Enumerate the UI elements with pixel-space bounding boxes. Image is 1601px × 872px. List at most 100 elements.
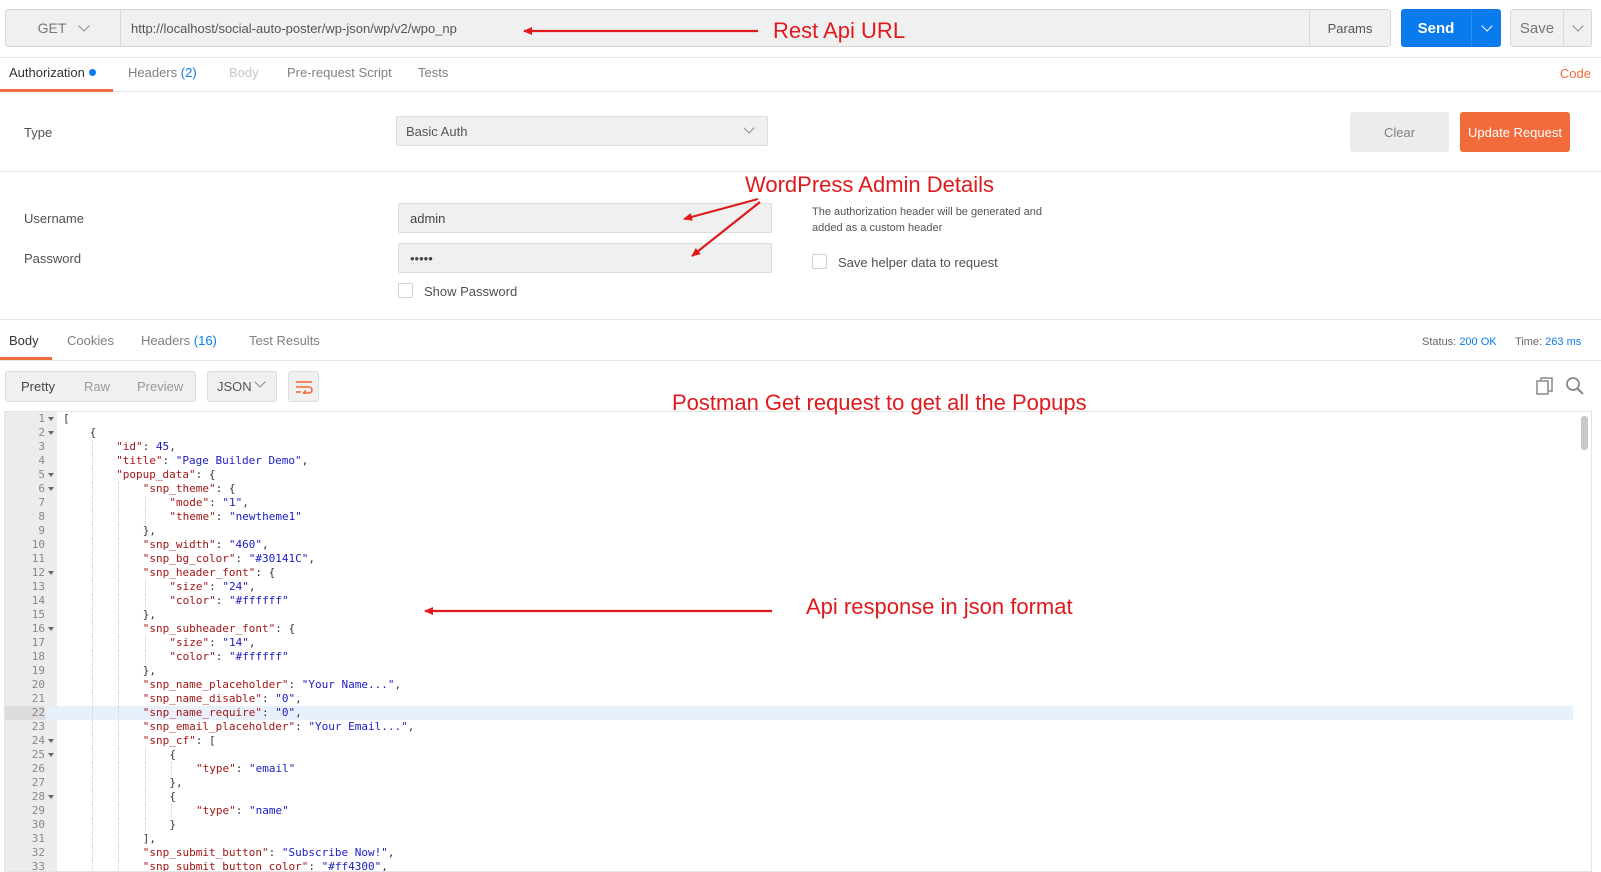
indent-guide bbox=[91, 566, 93, 580]
code-line: 7 "mode": "1", bbox=[5, 496, 1573, 510]
indent-guide bbox=[144, 496, 146, 510]
fold-toggle-icon[interactable] bbox=[48, 431, 54, 435]
line-number: 26 bbox=[31, 762, 45, 775]
tab-authorization[interactable]: Authorization bbox=[0, 58, 113, 92]
tab-response-headers[interactable]: Headers (16) bbox=[141, 326, 217, 360]
annotation-rest-api-url: Rest Api URL bbox=[773, 18, 906, 43]
method-select[interactable]: GET bbox=[5, 9, 121, 47]
tab-response-body[interactable]: Body bbox=[0, 326, 52, 360]
format-value: JSON bbox=[217, 379, 252, 394]
line-number: 2 bbox=[38, 426, 45, 439]
code-line: 22 "snp_name_require": "0", bbox=[5, 706, 1573, 720]
fold-toggle-icon[interactable] bbox=[48, 753, 54, 757]
fold-toggle-icon[interactable] bbox=[48, 487, 54, 491]
auth-type-select[interactable]: Basic Auth bbox=[396, 116, 768, 146]
auth-type-value: Basic Auth bbox=[406, 123, 468, 139]
wrap-lines-button[interactable] bbox=[288, 371, 319, 402]
indent-guide bbox=[118, 678, 120, 692]
line-number: 6 bbox=[38, 482, 45, 495]
line-number: 16 bbox=[31, 622, 45, 635]
fold-toggle-icon[interactable] bbox=[48, 627, 54, 631]
indent-guide bbox=[118, 762, 120, 776]
line-number: 7 bbox=[38, 496, 45, 509]
format-select[interactable]: JSON bbox=[207, 371, 277, 402]
line-number: 24 bbox=[31, 734, 45, 747]
indent-guide bbox=[118, 790, 120, 804]
tab-headers[interactable]: Headers (2) bbox=[128, 58, 197, 92]
tab-cookies[interactable]: Cookies bbox=[67, 326, 114, 360]
search-icon[interactable] bbox=[1565, 376, 1585, 396]
line-number: 12 bbox=[31, 566, 45, 579]
indent-guide bbox=[91, 846, 93, 860]
annotation-wp-admin-details: WordPress Admin Details bbox=[745, 172, 995, 197]
tab-label: Authorization bbox=[9, 65, 85, 80]
line-number: 21 bbox=[31, 692, 45, 705]
indent-guide bbox=[144, 748, 146, 762]
tab-tests[interactable]: Tests bbox=[418, 58, 448, 92]
indent-guide bbox=[91, 482, 93, 496]
indent-guide bbox=[118, 706, 120, 720]
clear-button[interactable]: Clear bbox=[1350, 112, 1449, 152]
save-button[interactable]: Save bbox=[1510, 9, 1564, 47]
tab-prerequest-script[interactable]: Pre-request Script bbox=[287, 58, 392, 92]
chevron-down-icon bbox=[1480, 20, 1493, 32]
code-text: "type": "name" bbox=[196, 804, 289, 817]
fold-toggle-icon[interactable] bbox=[48, 417, 54, 421]
code-line: 3 "id": 45, bbox=[5, 440, 1573, 454]
save-helper-label: Save helper data to request bbox=[838, 255, 998, 270]
line-number: 19 bbox=[31, 664, 45, 677]
indent-guide bbox=[91, 552, 93, 566]
password-field[interactable]: ••••• bbox=[398, 243, 772, 273]
code-text: "size": "14", bbox=[169, 636, 256, 649]
code-line: 28 { bbox=[5, 790, 1573, 804]
view-mode-group: Pretty Raw Preview bbox=[5, 371, 196, 402]
tab-body[interactable]: Body bbox=[229, 58, 259, 92]
send-button[interactable]: Send bbox=[1401, 9, 1471, 47]
editor-scrollbar[interactable] bbox=[1581, 416, 1588, 450]
indent-guide bbox=[91, 804, 93, 818]
save-helper-checkbox[interactable] bbox=[812, 254, 827, 269]
code-text: "snp_bg_color": "#30141C", bbox=[142, 552, 315, 565]
fold-toggle-icon[interactable] bbox=[48, 739, 54, 743]
response-code-editor[interactable]: 1[2{3 "id": 45, 4 "title": "Page Builder De… bbox=[4, 411, 1592, 872]
save-dropdown-button[interactable] bbox=[1563, 9, 1592, 47]
line-number: 31 bbox=[31, 832, 45, 845]
code-text: "snp_width": "460", bbox=[142, 538, 269, 551]
indent-guide bbox=[144, 594, 146, 608]
code-text: "title": "Page Builder Demo", bbox=[116, 454, 309, 467]
code-text: "snp_name_disable": "0", bbox=[142, 692, 302, 705]
indent-guide bbox=[118, 734, 120, 748]
update-request-button[interactable]: Update Request bbox=[1460, 112, 1570, 152]
indent-guide bbox=[118, 860, 120, 871]
send-dropdown-button[interactable] bbox=[1471, 9, 1501, 47]
line-number: 14 bbox=[31, 594, 45, 607]
indent-guide bbox=[91, 720, 93, 734]
indent-guide bbox=[91, 664, 93, 678]
preview-button[interactable]: Preview bbox=[137, 372, 183, 401]
show-password-checkbox[interactable] bbox=[398, 283, 413, 298]
username-label: Username bbox=[24, 211, 84, 226]
fold-toggle-icon[interactable] bbox=[48, 795, 54, 799]
indent-guide bbox=[118, 804, 120, 818]
tab-test-results[interactable]: Test Results bbox=[249, 326, 320, 360]
code-line: 14 "color": "#ffffff" bbox=[5, 594, 1573, 608]
code-line: 12 "snp_header_font": { bbox=[5, 566, 1573, 580]
url-input[interactable]: http://localhost/social-auto-poster/wp-j… bbox=[120, 9, 1310, 47]
status-value: 200 OK bbox=[1459, 336, 1497, 348]
raw-button[interactable]: Raw bbox=[84, 372, 110, 401]
copy-icon[interactable] bbox=[1535, 376, 1555, 396]
indent-guide bbox=[118, 594, 120, 608]
indent-guide bbox=[118, 566, 120, 580]
fold-toggle-icon[interactable] bbox=[48, 571, 54, 575]
fold-toggle-icon[interactable] bbox=[48, 473, 54, 477]
indent-guide bbox=[91, 468, 93, 482]
code-link[interactable]: Code bbox=[1560, 66, 1591, 81]
indent-guide bbox=[118, 636, 120, 650]
params-button[interactable]: Params bbox=[1309, 9, 1391, 47]
code-line: 19}, bbox=[5, 664, 1573, 678]
pretty-button[interactable]: Pretty bbox=[21, 372, 55, 401]
username-field[interactable]: admin bbox=[398, 203, 772, 233]
code-text: "color": "#ffffff" bbox=[169, 594, 289, 607]
line-number: 20 bbox=[31, 678, 45, 691]
code-line: 17 "size": "14", bbox=[5, 636, 1573, 650]
